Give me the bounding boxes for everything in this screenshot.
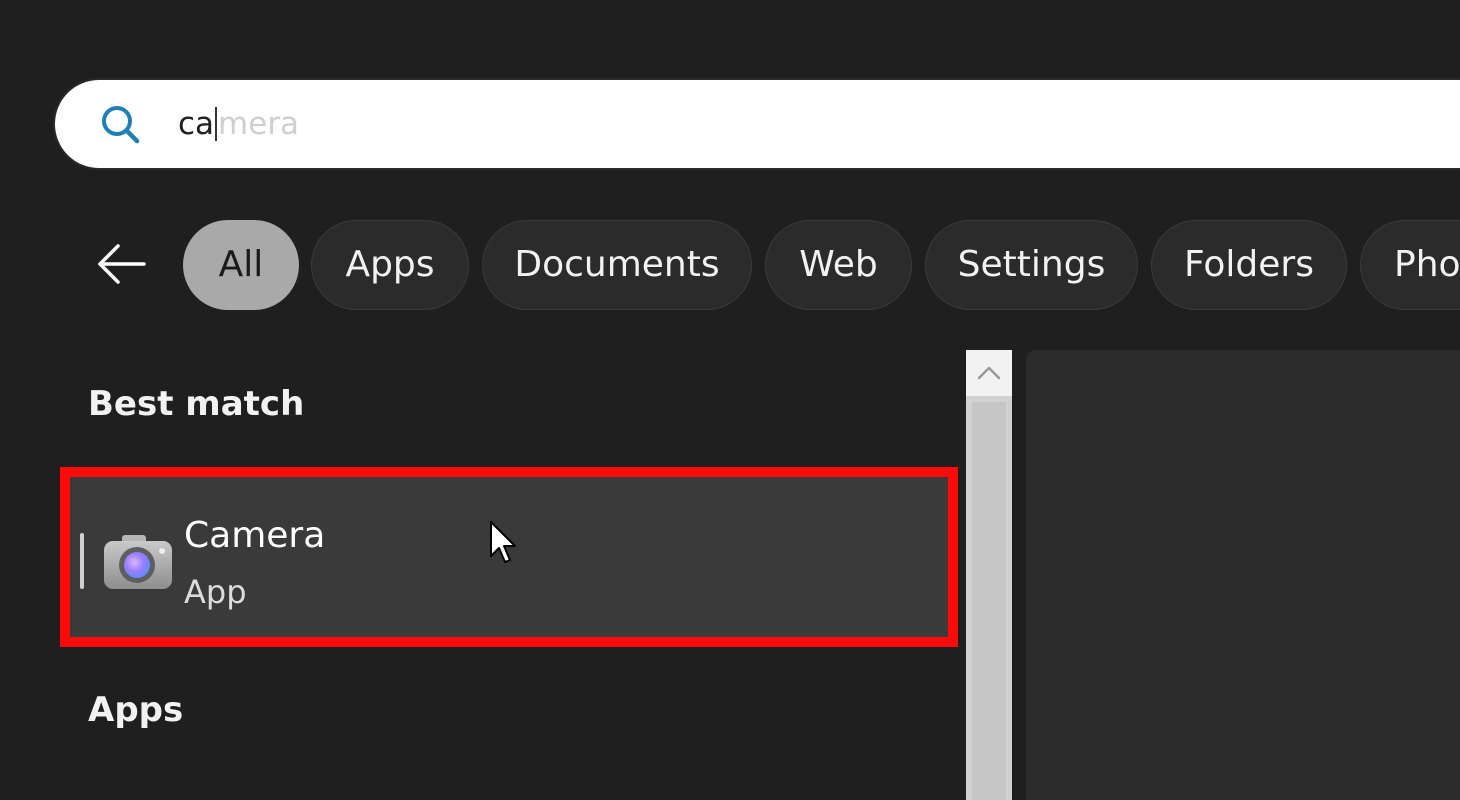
result-title: Camera [184, 515, 326, 556]
filter-chip-all[interactable]: All [183, 220, 299, 310]
filter-chip-web[interactable]: Web [765, 220, 912, 310]
preview-pane [1026, 350, 1460, 800]
result-subtitle: App [184, 573, 247, 611]
chevron-up-icon [977, 366, 1001, 380]
search-query: ca mera [178, 100, 299, 148]
filter-chip-settings[interactable]: Settings [925, 220, 1138, 310]
start-search-panel: ca mera All Apps Documents Web Settings F… [0, 0, 1460, 800]
search-typed-text: ca [178, 106, 215, 142]
filter-chip-photos[interactable]: Pho [1360, 220, 1460, 310]
scroll-up-button[interactable] [966, 350, 1012, 396]
results-scrollbar[interactable] [966, 350, 1012, 800]
scroll-thumb[interactable] [972, 402, 1006, 800]
search-autocomplete-text: mera [218, 106, 300, 142]
search-icon [96, 100, 144, 148]
selection-indicator [80, 533, 84, 589]
mouse-pointer-icon [488, 520, 518, 566]
back-button[interactable] [92, 236, 152, 292]
filter-chip-folders[interactable]: Folders [1151, 220, 1347, 310]
apps-heading: Apps [88, 690, 184, 730]
back-arrow-icon [98, 244, 146, 284]
camera-icon [102, 531, 174, 593]
text-caret [215, 106, 218, 141]
filter-chip-documents[interactable]: Documents [482, 220, 752, 310]
filter-chip-apps[interactable]: Apps [311, 220, 469, 310]
best-match-heading: Best match [88, 384, 305, 424]
